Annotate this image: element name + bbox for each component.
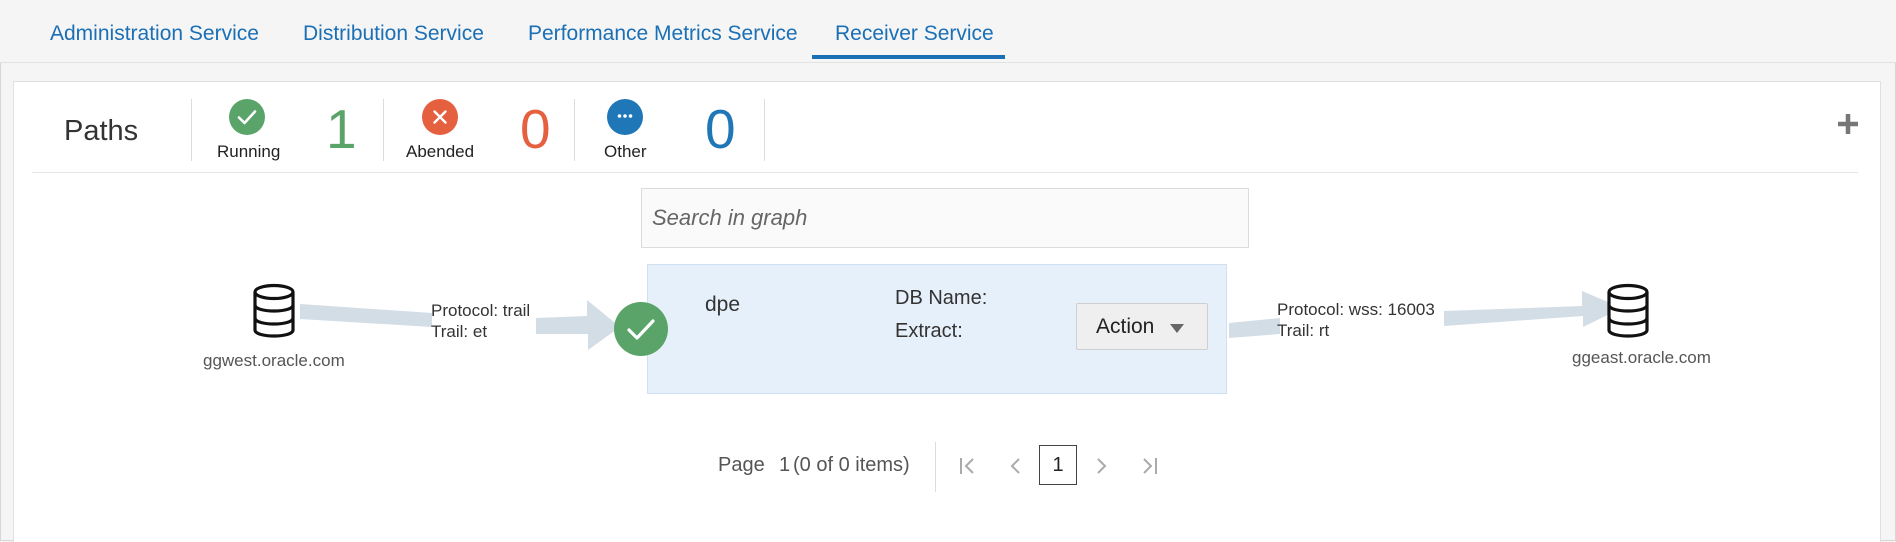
outbound-trail: Trail: rt (1277, 321, 1330, 340)
page-label: Page (718, 454, 765, 476)
extract-label: Extract: (895, 320, 963, 342)
action-label: Action (1096, 315, 1155, 338)
divider (935, 442, 936, 492)
current-page-button[interactable]: 1 (1039, 445, 1077, 485)
action-dropdown-button[interactable]: Action (1076, 303, 1208, 350)
path-name: dpe (705, 293, 741, 316)
items-count: (0 of 0 items) (793, 454, 910, 476)
previous-page-icon[interactable] (1005, 455, 1027, 477)
outbound-edge-label: Protocol: wss: 16003 Trail: rt (1277, 299, 1435, 341)
caret-down-icon (1170, 324, 1184, 333)
first-page-icon[interactable] (957, 455, 979, 477)
database-icon[interactable] (252, 283, 296, 344)
last-page-icon[interactable] (1138, 455, 1160, 477)
target-host-label: ggeast.oracle.com (1572, 348, 1711, 367)
inbound-protocol: Protocol: trail (431, 301, 531, 320)
inbound-trail: Trail: et (431, 322, 488, 341)
db-name-label: DB Name: (895, 287, 988, 309)
inbound-edge-label: Protocol: trail Trail: et (431, 300, 530, 342)
database-icon[interactable] (1606, 283, 1650, 344)
path-status-check-icon[interactable] (614, 302, 668, 356)
next-page-icon[interactable] (1090, 455, 1112, 477)
page-number: 1 (779, 454, 791, 476)
source-host-label: ggwest.oracle.com (203, 351, 345, 370)
outbound-protocol: Protocol: wss: 16003 (1277, 300, 1435, 319)
